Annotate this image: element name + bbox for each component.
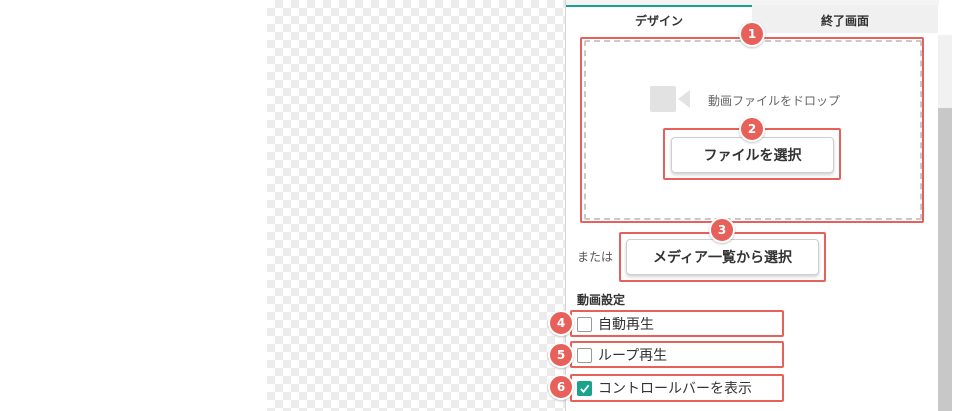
annotation-badge-6: 6 bbox=[548, 374, 574, 400]
drop-instruction: 動画ファイルをドロップ bbox=[708, 94, 841, 108]
select-file-button[interactable]: ファイルを選択 bbox=[671, 137, 834, 173]
tab-design[interactable]: デザイン bbox=[566, 5, 752, 33]
annotation-badge-4: 4 bbox=[548, 310, 574, 336]
or-label: または bbox=[577, 250, 614, 264]
screen: デザイン 終了画面 動画ファイルをドロップ ファイルを選択 または メディア一覧… bbox=[0, 0, 960, 411]
transparent-canvas bbox=[267, 0, 565, 411]
annotation-badge-2: 2 bbox=[739, 116, 765, 142]
show-controls-option[interactable]: コントロールバーを表示 bbox=[577, 377, 752, 399]
show-controls-label: コントロールバーを表示 bbox=[598, 381, 752, 397]
loop-checkbox[interactable] bbox=[577, 347, 592, 363]
checkmark-icon bbox=[580, 384, 590, 393]
video-settings-title: 動画設定 bbox=[577, 293, 626, 307]
video-camera-icon bbox=[650, 86, 690, 112]
loop-option[interactable]: ループ再生 bbox=[577, 344, 667, 366]
annotation-badge-1: 1 bbox=[739, 21, 765, 47]
autoplay-option[interactable]: 自動再生 bbox=[577, 313, 654, 335]
annotation-badge-5: 5 bbox=[548, 342, 574, 368]
autoplay-label: 自動再生 bbox=[598, 317, 654, 333]
scrollbar-thumb[interactable] bbox=[938, 108, 952, 411]
tab-end-screen[interactable]: 終了画面 bbox=[752, 5, 938, 33]
select-from-media-button[interactable]: メディア一覧から選択 bbox=[626, 239, 819, 275]
annotation-badge-3: 3 bbox=[709, 217, 735, 243]
loop-label: ループ再生 bbox=[598, 348, 668, 364]
show-controls-checkbox[interactable] bbox=[577, 380, 592, 396]
autoplay-checkbox[interactable] bbox=[577, 316, 592, 332]
